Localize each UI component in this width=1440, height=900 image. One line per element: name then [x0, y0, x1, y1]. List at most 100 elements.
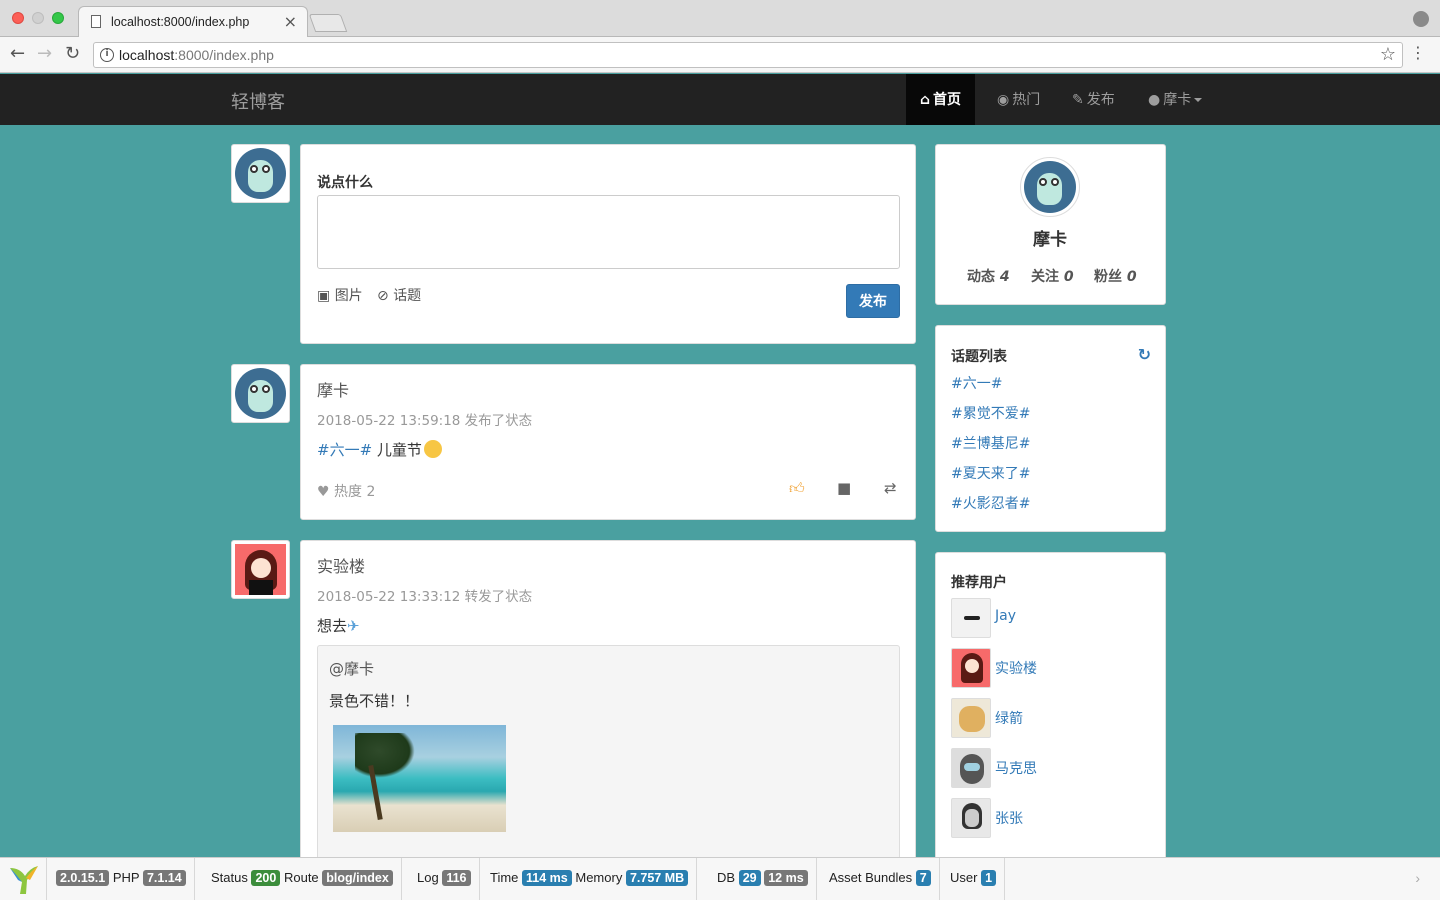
bookmark-star-icon[interactable]: ☆ [1380, 44, 1396, 65]
composer-label: 说点什么 [317, 175, 373, 191]
airplane-icon: ✈ [347, 617, 360, 635]
comment-icon[interactable]: ■ [837, 479, 851, 497]
home-icon: ⌂ [920, 92, 931, 108]
stat-posts[interactable]: 动态 4 [967, 266, 1010, 286]
user-name[interactable]: 马克思 [995, 758, 1037, 778]
topic-list-card: 话题列表 ↻ #六一# #累觉不爱# #兰博基尼# #夏天来了# #火影忍者# [935, 325, 1166, 532]
post-card: 摩卡 2018-05-22 13:59:18 发布了状态 #六一# 儿童节 ♥ … [300, 364, 916, 520]
user-avatar[interactable] [951, 648, 991, 688]
debug-request-block[interactable]: Status 200 Route blog/index [203, 858, 402, 900]
composer-panel: 说点什么 ▣ 图片 ⊘ 话题 发布 [300, 144, 916, 344]
browser-profile-icon[interactable] [1413, 11, 1429, 27]
debug-version-block[interactable]: 2.0.15.1 PHP 7.1.14 [48, 858, 195, 900]
tab-title: localhost:8000/index.php [111, 15, 250, 29]
post-avatar[interactable] [231, 364, 290, 423]
recommended-title: 推荐用户 [951, 575, 1007, 591]
topic-item[interactable]: #火影忍者# [951, 493, 1030, 513]
topic-link[interactable]: #六一# [317, 441, 372, 459]
nav-item-publish[interactable]: ✎ 发布 [1058, 74, 1129, 125]
status-textarea[interactable] [317, 195, 900, 269]
add-image-button[interactable]: ▣ 图片 [317, 285, 363, 305]
stat-following[interactable]: 关注 0 [1031, 266, 1074, 286]
url-text[interactable]: localhost:8000/index.php [119, 47, 274, 63]
user-name[interactable]: 张张 [995, 808, 1023, 828]
user-avatar[interactable] [951, 598, 991, 638]
caret-down-icon [1194, 98, 1203, 102]
site-brand[interactable]: 轻博客 [231, 88, 285, 114]
topic-list-title: 话题列表 [951, 349, 1007, 365]
forward-arrow-icon[interactable]: → [37, 43, 52, 65]
browser-menu-icon[interactable]: ⋮ [1410, 43, 1426, 62]
user-avatar[interactable] [951, 698, 991, 738]
user-icon: ● [1148, 92, 1161, 108]
quote-text: 景色不错！！ [329, 692, 420, 710]
nav-item-home[interactable]: ⌂ 首页 [906, 74, 976, 125]
picture-icon: ▣ [317, 288, 331, 304]
paperclip-icon: ⊘ [377, 288, 389, 304]
document-icon [91, 15, 101, 28]
yii-debug-toolbar: 2.0.15.1 PHP 7.1.14 Status 200 Route blo… [0, 857, 1440, 900]
recommended-users-card: 推荐用户 Jay 实验楼 绿箭 马克思 张张 [935, 552, 1166, 862]
back-arrow-icon[interactable]: ← [10, 43, 25, 65]
debug-assets-block[interactable]: Asset Bundles 7 [821, 858, 940, 900]
debug-user-block[interactable]: User 1 [942, 858, 1006, 900]
close-window-button[interactable] [12, 12, 24, 24]
post-meta: 2018-05-22 13:33:12 转发了状态 [317, 589, 533, 605]
chevron-right-icon[interactable]: › [1415, 870, 1420, 886]
debug-db-block[interactable]: DB 29 12 ms [709, 858, 817, 900]
repost-icon[interactable]: ⇄ [884, 479, 897, 497]
maximize-window-button[interactable] [52, 12, 64, 24]
post-avatar[interactable] [231, 540, 290, 599]
debug-profiling-block[interactable]: Time 114 ms Memory 7.757 MB [482, 858, 698, 900]
browser-toolbar: ← → ↻ i localhost:8000/index.php ☆ ⋮ [0, 37, 1440, 73]
browser-tab-bar: localhost:8000/index.php × [0, 0, 1440, 37]
nav-item-hot[interactable]: ◉ 热门 [983, 74, 1054, 125]
minimize-window-button[interactable] [32, 12, 44, 24]
user-avatar[interactable] [951, 748, 991, 788]
topic-item[interactable]: #六一# [951, 373, 1002, 393]
user-name[interactable]: 实验楼 [995, 658, 1037, 678]
composer-avatar[interactable] [231, 144, 290, 203]
site-navbar: 轻博客 ⌂ 首页 ◉ 热门 ✎ 发布 ● 摩卡 [0, 74, 1440, 125]
yii-logo-icon[interactable] [0, 858, 47, 900]
profile-avatar[interactable] [1020, 157, 1080, 217]
reload-icon[interactable]: ↻ [65, 43, 80, 65]
post-author[interactable]: 实验楼 [317, 553, 365, 577]
profile-card: 摩卡 动态 4 关注 0 粉丝 0 [935, 144, 1166, 305]
post-meta: 2018-05-22 13:59:18 发布了状态 [317, 413, 533, 429]
heart-icon: ♥ [317, 484, 330, 500]
globe-icon: ◉ [997, 92, 1010, 108]
girl-avatar-image [235, 544, 286, 595]
post-author[interactable]: 摩卡 [317, 377, 349, 401]
like-icon[interactable]: 👍︎ [789, 479, 805, 498]
debug-log-block[interactable]: Log 116 [409, 858, 480, 900]
stat-followers[interactable]: 粉丝 0 [1094, 266, 1137, 286]
address-bar[interactable]: i localhost:8000/index.php ☆ [93, 42, 1403, 68]
nav-item-user-menu[interactable]: ● 摩卡 [1134, 74, 1216, 125]
new-tab-button[interactable] [308, 14, 348, 32]
user-name[interactable]: 绿箭 [995, 708, 1023, 728]
profile-name: 摩卡 [1033, 230, 1067, 250]
tab-close-icon[interactable]: × [284, 12, 297, 31]
owl-avatar-image [235, 148, 286, 199]
owl-avatar-image [1024, 161, 1076, 213]
post-content: #六一# 儿童节 [317, 439, 442, 460]
reposted-quote: @摩卡 景色不错！！ [317, 645, 900, 885]
heat-count[interactable]: ♥ 热度 2 [317, 481, 375, 501]
child-emoji-icon [423, 440, 442, 458]
topic-item[interactable]: #兰博基尼# [951, 433, 1030, 453]
user-avatar[interactable] [951, 798, 991, 838]
owl-avatar-image [235, 368, 286, 419]
info-icon[interactable]: i [100, 48, 114, 62]
topic-item[interactable]: #累觉不爱# [951, 403, 1030, 423]
browser-tab[interactable]: localhost:8000/index.php × [78, 6, 308, 37]
topic-item[interactable]: #夏天来了# [951, 463, 1030, 483]
post-content: 想去✈ [317, 617, 360, 635]
user-name[interactable]: Jay [995, 608, 1016, 624]
add-topic-button[interactable]: ⊘ 话题 [377, 285, 421, 305]
publish-button[interactable]: 发布 [846, 284, 900, 318]
refresh-icon[interactable]: ↻ [1138, 345, 1151, 364]
edit-icon: ✎ [1072, 92, 1084, 108]
quote-author[interactable]: @摩卡 [329, 658, 374, 679]
beach-photo[interactable] [333, 725, 506, 832]
